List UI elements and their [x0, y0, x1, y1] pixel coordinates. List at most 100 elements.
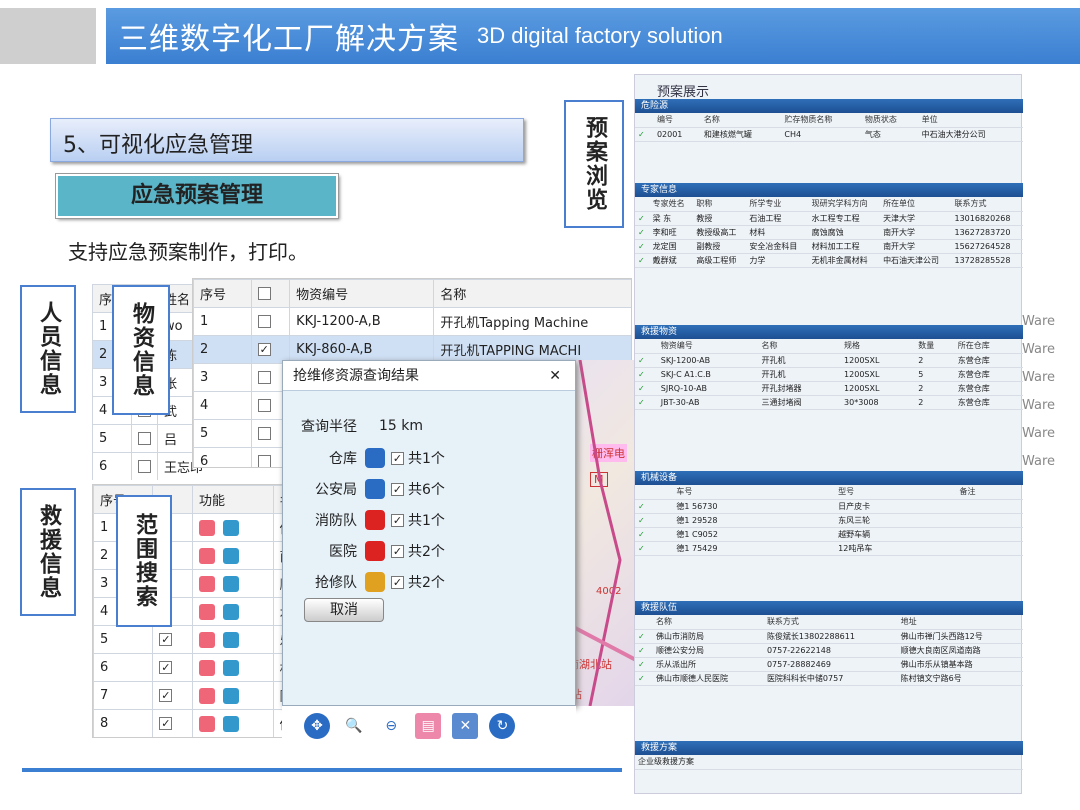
plan-cell: SKJ-1200-AB: [657, 353, 759, 368]
edit-icon[interactable]: [198, 687, 215, 704]
select-all-checkbox[interactable]: [257, 287, 271, 300]
plan-table: 编号 名称 贮存物质名称 物质状态 单位 ✓ 02001 和建核燃气罐 CH4 气态 中石油大港分公…: [635, 113, 1023, 142]
edit-icon[interactable]: [198, 575, 215, 592]
plan-row[interactable]: ✓ SKJ-C A1.C.B 开孔机 1200SXL 5 东营仓库: [635, 367, 1023, 382]
edit-icon[interactable]: [198, 547, 215, 564]
plan-cell: 材料加工工程: [808, 239, 881, 254]
plan-row[interactable]: ✓ 02001 和建核燃气罐 CH4 气态 中石油大港分公司: [635, 127, 1023, 142]
pan-icon[interactable]: ✥: [304, 713, 330, 739]
row-checkbox[interactable]: [257, 315, 271, 328]
plan-cell: [817, 513, 836, 528]
table-row[interactable]: 5✓乐从: [93, 625, 291, 654]
label-personnel: 人员信息: [20, 285, 76, 413]
cancel-button[interactable]: 取消: [304, 598, 384, 622]
plan-row[interactable]: ✓ SKJ-1200-AB 开孔机 1200SXL 2 东营仓库: [635, 353, 1023, 368]
row-number: 5: [193, 419, 252, 448]
row-number: 6: [92, 452, 133, 480]
fire-icon: [365, 510, 385, 530]
plan-cell: 顺德公安分局: [653, 643, 764, 658]
table-row[interactable]: 7✓陈村: [93, 681, 291, 710]
plan-row[interactable]: 企业级救援方案: [635, 755, 1023, 770]
plan-row[interactable]: ✓ 龙定国 副教授 安全冶金科目 材料加工工程 南开大学 15627264528: [635, 239, 1023, 254]
resource-checkbox[interactable]: ✓: [391, 513, 404, 527]
plan-row[interactable]: ✓ 德1 56730 日产皮卡: [635, 499, 1023, 514]
plan-row[interactable]: ✓ 德1 29528 东风三轮: [635, 513, 1023, 528]
resource-checkbox[interactable]: ✓: [391, 482, 404, 496]
warehouse-icon: [365, 448, 385, 468]
plan-row[interactable]: ✓ 顺德公安分局 0757-22622148 顺德大良南区凤道南路: [635, 643, 1023, 658]
row-checkbox-cell[interactable]: ✓: [152, 625, 193, 654]
plan-row[interactable]: ✓ 德1 75429 12吨吊车: [635, 541, 1023, 556]
row-checkbox[interactable]: ✓: [159, 717, 173, 730]
checkbox[interactable]: [138, 432, 152, 445]
table-row[interactable]: 6 王忘印: [92, 452, 202, 480]
locate-icon[interactable]: [222, 547, 239, 564]
clear-icon[interactable]: ✕: [452, 713, 479, 739]
plan-section-title: 救援物资: [635, 325, 1023, 339]
plan-row[interactable]: ✓ JBT-30-AB 三通封堵阀 30*3008 2 东营仓库: [635, 395, 1023, 410]
edit-icon[interactable]: [198, 659, 215, 676]
ware-label: Ware: [1022, 398, 1056, 413]
plan-row[interactable]: ✓ 戴群斌 高级工程师 力学 无机非金属材料 中石油天津公司 13728285528: [635, 253, 1023, 268]
plan-cell: 1200SXL: [841, 381, 916, 396]
edit-icon[interactable]: [198, 715, 215, 732]
plan-cell: 德1 56730: [673, 499, 818, 514]
zoom-out-icon[interactable]: ⊖: [378, 713, 405, 739]
close-icon[interactable]: ✕: [549, 361, 561, 390]
locate-icon[interactable]: [222, 715, 239, 732]
zoom-in-icon[interactable]: 🔍: [341, 713, 368, 739]
table-row[interactable]: 6✓林岳: [93, 653, 291, 682]
plan-cell: SJRQ-10-AB: [657, 381, 759, 396]
refresh-icon[interactable]: ↻: [489, 713, 516, 739]
plan-row[interactable]: ✓ 李和旺 教授级高工 材料 腐蚀腐蚀 南开大学 13627283720: [635, 225, 1023, 240]
row-checkbox[interactable]: [257, 399, 271, 412]
plan-row[interactable]: ✓ 佛山市顺德人民医院 医院科科长中储0757 陈村镇文宁路6号: [635, 671, 1023, 686]
plan-cell: [817, 499, 836, 514]
row-checkbox[interactable]: [131, 452, 159, 480]
edit-icon[interactable]: [198, 603, 215, 620]
radius-label: 查询半径: [301, 419, 357, 435]
row-checkbox[interactable]: ✓: [257, 343, 271, 356]
plan-row[interactable]: ✓ 乐从派出所 0757-28882469 佛山市乐从镇基本路: [635, 657, 1023, 672]
radius-value: 15 km: [379, 418, 424, 434]
edit-icon[interactable]: [198, 519, 215, 536]
locate-icon[interactable]: [222, 659, 239, 676]
locate-icon[interactable]: [222, 687, 239, 704]
plan-row[interactable]: ✓ 德1 C9052 越野车辆: [635, 527, 1023, 542]
plan-row[interactable]: ✓ 梁 东教授 石油工程 水工程专工程 天津大学 13016820268: [635, 211, 1023, 226]
row-checkbox[interactable]: ✓: [159, 661, 173, 674]
plan-row[interactable]: ✓ 佛山市消防局 陈俊斌长13802288611 佛山市禅门头西路12号: [635, 629, 1023, 644]
plan-section: 救援队伍 名称 联系方式 地址 ✓ 佛山市消防局 陈俊斌长13802288611 佛山市禅门头…: [635, 601, 1023, 686]
row-checkbox[interactable]: ✓: [159, 633, 173, 646]
locate-icon[interactable]: [222, 575, 239, 592]
locate-icon[interactable]: [222, 631, 239, 648]
resource-checkbox[interactable]: ✓: [391, 544, 404, 558]
plan-cell: 陈俊斌长13802288611: [763, 629, 898, 644]
table-row[interactable]: 5吕: [92, 424, 202, 453]
resource-checkbox[interactable]: ✓: [391, 451, 404, 465]
column-header: 贮存物质名称: [781, 113, 862, 128]
column-header: 数量: [915, 339, 955, 354]
checkbox[interactable]: [138, 460, 152, 473]
measure-icon[interactable]: ▤: [415, 713, 442, 739]
row-checkbox-cell[interactable]: ✓: [152, 681, 193, 710]
row-checkbox[interactable]: ✓: [159, 689, 173, 702]
plan-row[interactable]: ✓ SJRQ-10-AB 开孔封堵器 1200SXL 2 东营仓库: [635, 381, 1023, 396]
table-row[interactable]: 8✓佛山: [93, 709, 291, 737]
locate-icon[interactable]: [222, 519, 239, 536]
row-checkbox[interactable]: [257, 427, 271, 440]
row-checkbox-cell[interactable]: ✓: [152, 709, 193, 737]
row-checkbox[interactable]: [257, 371, 271, 384]
column-header: [817, 485, 836, 500]
plan-title: 预案展示: [657, 85, 710, 100]
resource-checkbox[interactable]: ✓: [391, 575, 404, 589]
row-checkbox-cell[interactable]: ✓: [152, 653, 193, 682]
row-checkbox-cell[interactable]: [250, 307, 291, 336]
row-checkbox[interactable]: [257, 455, 271, 467]
table-row[interactable]: 1KKJ-1200-A,B开孔机Tapping Machine1200K: [193, 307, 631, 336]
row-checkbox[interactable]: [131, 424, 159, 453]
edit-icon[interactable]: [198, 631, 215, 648]
plan-cell: 德1 75429: [673, 541, 818, 556]
locate-icon[interactable]: [222, 603, 239, 620]
plan-cell: 无机非金属材料: [808, 253, 881, 268]
